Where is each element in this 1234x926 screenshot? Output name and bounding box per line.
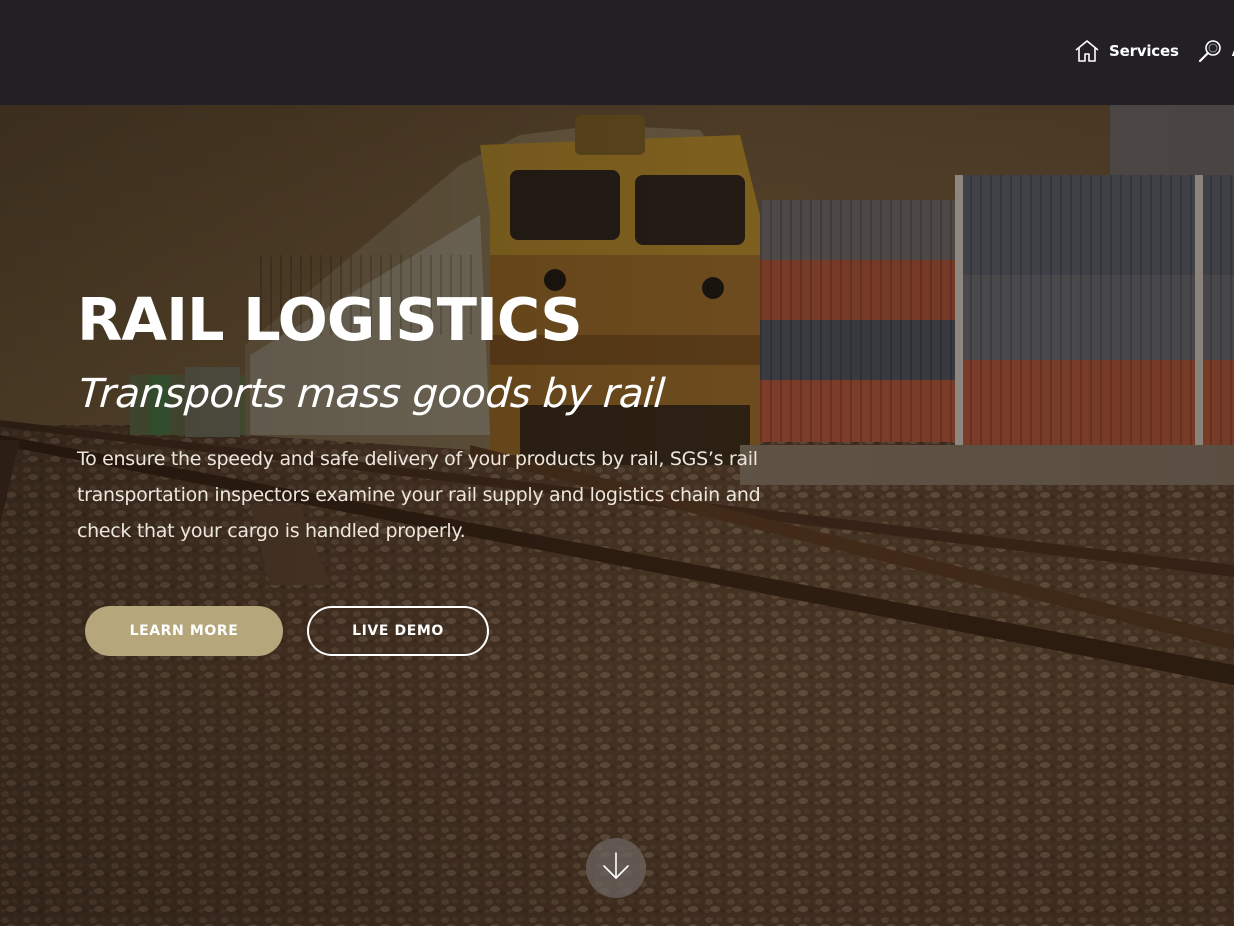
hero-actions: LEARN MORE LIVE DEMO <box>85 606 489 656</box>
learn-more-button[interactable]: LEARN MORE <box>85 606 283 656</box>
hero-title: RAIL LOGISTICS <box>77 285 583 354</box>
hero-content: RAIL LOGISTICS Transports mass goods by … <box>77 285 777 549</box>
nav-item-label: Services <box>1109 42 1179 60</box>
main-nav: Services A <box>1074 38 1234 64</box>
home-icon <box>1074 38 1100 64</box>
scroll-down-button[interactable] <box>586 838 646 898</box>
hero-description: To ensure the speedy and safe delivery o… <box>77 448 761 542</box>
live-demo-button[interactable]: LIVE DEMO <box>307 606 489 656</box>
nav-item-a[interactable]: A <box>1197 38 1234 64</box>
search-icon <box>1197 38 1223 64</box>
nav-item-services[interactable]: Services <box>1074 38 1179 64</box>
arrow-down-icon <box>600 850 632 886</box>
hero-subtitle: Transports mass goods by rail <box>77 371 666 417</box>
hero-section: RAIL LOGISTICS Transports mass goods by … <box>0 105 1234 926</box>
top-header: Services A <box>0 0 1234 105</box>
